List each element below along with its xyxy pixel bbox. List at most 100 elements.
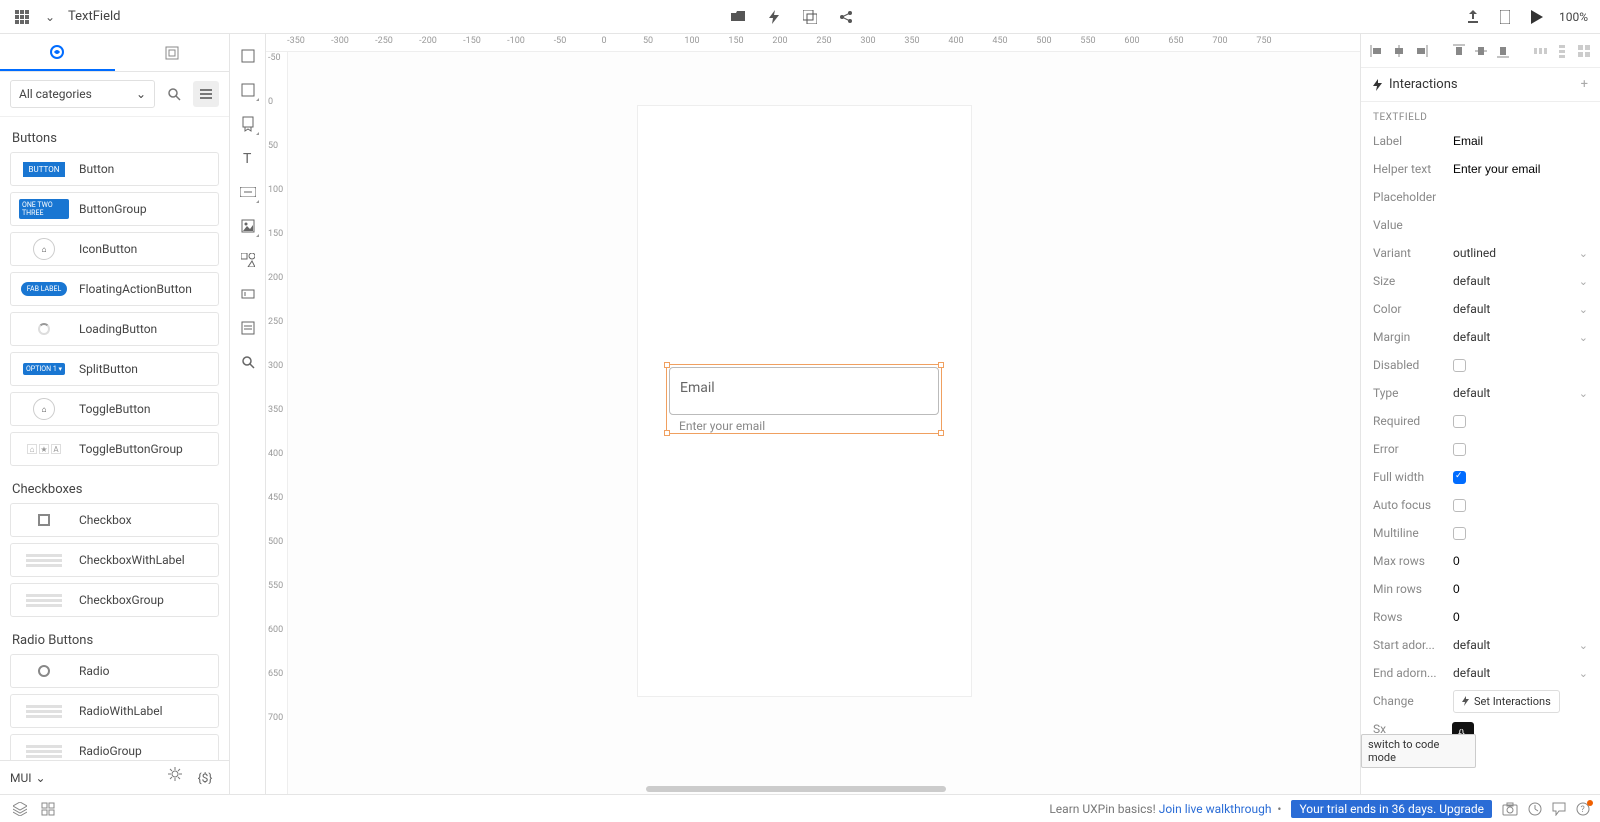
distribute-h-icon[interactable]: [1532, 44, 1548, 58]
clock-icon[interactable]: [1528, 802, 1542, 816]
prop-value[interactable]: [1453, 415, 1588, 428]
prop-value[interactable]: [1453, 134, 1588, 148]
component-item[interactable]: RadioWithLabel: [10, 694, 219, 728]
search-icon[interactable]: [161, 81, 187, 107]
library-dropdown[interactable]: MUI ⌄: [10, 771, 46, 785]
trial-banner[interactable]: Your trial ends in 36 days. Upgrade: [1291, 800, 1492, 818]
component-thumb: [19, 549, 69, 571]
prop-value[interactable]: default: [1453, 666, 1588, 680]
distribute-v-icon[interactable]: [1554, 44, 1570, 58]
prop-value[interactable]: default: [1453, 274, 1588, 288]
align-right-icon[interactable]: [1413, 44, 1429, 58]
set-interactions-button[interactable]: Set Interactions: [1453, 690, 1560, 713]
component-item[interactable]: FAB LABELFloatingActionButton: [10, 272, 219, 306]
align-bottom-icon[interactable]: [1495, 44, 1511, 58]
prop-value[interactable]: [1453, 471, 1588, 484]
prop-value[interactable]: [1453, 359, 1588, 372]
prop-value[interactable]: outlined: [1453, 246, 1588, 260]
ruler-vertical: -500501001502002503003504004505005506006…: [266, 52, 288, 794]
bolt-icon: [1373, 79, 1383, 91]
prop-value[interactable]: [1453, 554, 1588, 568]
canvas[interactable]: -350-300-250-200-150-100-500501001502002…: [266, 34, 1360, 794]
prop-value[interactable]: [1453, 218, 1588, 232]
prop-label: Placeholder: [1373, 190, 1453, 204]
textfield-input-preview: Email: [669, 367, 939, 415]
prop-value[interactable]: [1453, 610, 1588, 624]
text-tool-icon[interactable]: T: [234, 142, 262, 174]
component-item[interactable]: CheckboxGroup: [10, 583, 219, 617]
align-toolbar: [1361, 34, 1600, 68]
component-item[interactable]: ONE TWO THREEButtonGroup: [10, 192, 219, 226]
component-item[interactable]: Radio: [10, 654, 219, 688]
select-tool-icon[interactable]: [234, 40, 262, 72]
zoom-level[interactable]: 100%: [1559, 10, 1588, 24]
textfield-selection[interactable]: Email Enter your email: [666, 364, 942, 434]
upload-icon[interactable]: [1463, 7, 1483, 27]
walkthrough-link[interactable]: Join live walkthrough: [1159, 802, 1272, 816]
component-item[interactable]: ⌂ToggleButton: [10, 392, 219, 426]
button-tool-icon[interactable]: [234, 176, 262, 208]
gear-icon[interactable]: [165, 764, 185, 784]
prop-row: Max rows: [1361, 547, 1600, 575]
layers-bottom-icon[interactable]: [10, 799, 30, 819]
prop-value[interactable]: [1453, 443, 1588, 456]
input-tool-icon[interactable]: [234, 278, 262, 310]
component-item[interactable]: ⌂IconButton: [10, 232, 219, 266]
chevron-down-icon: ⌄: [36, 771, 46, 785]
component-item[interactable]: LoadingButton: [10, 312, 219, 346]
variables-icon[interactable]: {$}: [191, 764, 219, 792]
shapes-tool-icon[interactable]: [234, 244, 262, 276]
help-icon[interactable]: ?: [1576, 802, 1590, 816]
prop-value[interactable]: default: [1453, 302, 1588, 316]
prop-label: Change: [1373, 694, 1453, 708]
prop-label: Variant: [1373, 246, 1453, 260]
canvas-scrollbar[interactable]: [646, 786, 946, 792]
category-filter[interactable]: All categories ⌄: [10, 80, 155, 108]
prop-label: Required: [1373, 414, 1453, 428]
prop-value[interactable]: [1453, 499, 1588, 512]
prop-value[interactable]: [1453, 527, 1588, 540]
component-list[interactable]: ButtonsBUTTONButtonONE TWO THREEButtonGr…: [0, 117, 229, 760]
share-icon[interactable]: [836, 7, 856, 27]
folder-icon[interactable]: [728, 7, 748, 27]
chat-icon[interactable]: [1552, 802, 1566, 816]
apps-menu-icon[interactable]: [12, 7, 32, 27]
bolt-icon[interactable]: [764, 7, 784, 27]
camera-icon[interactable]: [1502, 802, 1518, 816]
image-tool-icon[interactable]: [234, 210, 262, 242]
add-interaction-button[interactable]: +: [1581, 77, 1588, 92]
component-item[interactable]: OPTION 1 ▾SplitButton: [10, 352, 219, 386]
tidy-icon[interactable]: [1576, 44, 1592, 58]
prop-value[interactable]: [1453, 190, 1588, 204]
prop-value[interactable]: [1453, 162, 1588, 176]
libraries-tab[interactable]: [0, 34, 115, 71]
prop-value[interactable]: default: [1453, 386, 1588, 400]
layers-icon[interactable]: [800, 7, 820, 27]
component-item[interactable]: CheckboxWithLabel: [10, 543, 219, 577]
prop-value[interactable]: [1453, 582, 1588, 596]
box-tool-icon[interactable]: [234, 74, 262, 106]
play-icon[interactable]: [1527, 7, 1547, 27]
align-center-v-icon[interactable]: [1473, 44, 1489, 58]
align-left-icon[interactable]: [1369, 44, 1385, 58]
search-tool-icon[interactable]: [234, 346, 262, 378]
badge-tool-icon[interactable]: [234, 108, 262, 140]
component-item[interactable]: RadioGroup: [10, 734, 219, 760]
component-item[interactable]: Checkbox: [10, 503, 219, 537]
form-tool-icon[interactable]: [234, 312, 262, 344]
grid-bottom-icon[interactable]: [38, 799, 58, 819]
textfield-label: Email: [680, 380, 715, 396]
align-top-icon[interactable]: [1451, 44, 1467, 58]
chevron-down-icon[interactable]: ⌄: [40, 7, 60, 27]
list-view-icon[interactable]: [193, 81, 219, 107]
align-center-h-icon[interactable]: [1391, 44, 1407, 58]
component-item[interactable]: BUTTONButton: [10, 152, 219, 186]
prop-value[interactable]: Set Interactions: [1453, 690, 1588, 713]
properties-list[interactable]: LabelHelper textPlaceholderValueVarianto…: [1361, 127, 1600, 794]
prop-value[interactable]: default: [1453, 330, 1588, 344]
component-name: IconButton: [79, 242, 137, 256]
prop-value[interactable]: default: [1453, 638, 1588, 652]
component-item[interactable]: ⌂★AToggleButtonGroup: [10, 432, 219, 466]
layers-tab[interactable]: [115, 34, 230, 71]
device-icon[interactable]: [1495, 7, 1515, 27]
